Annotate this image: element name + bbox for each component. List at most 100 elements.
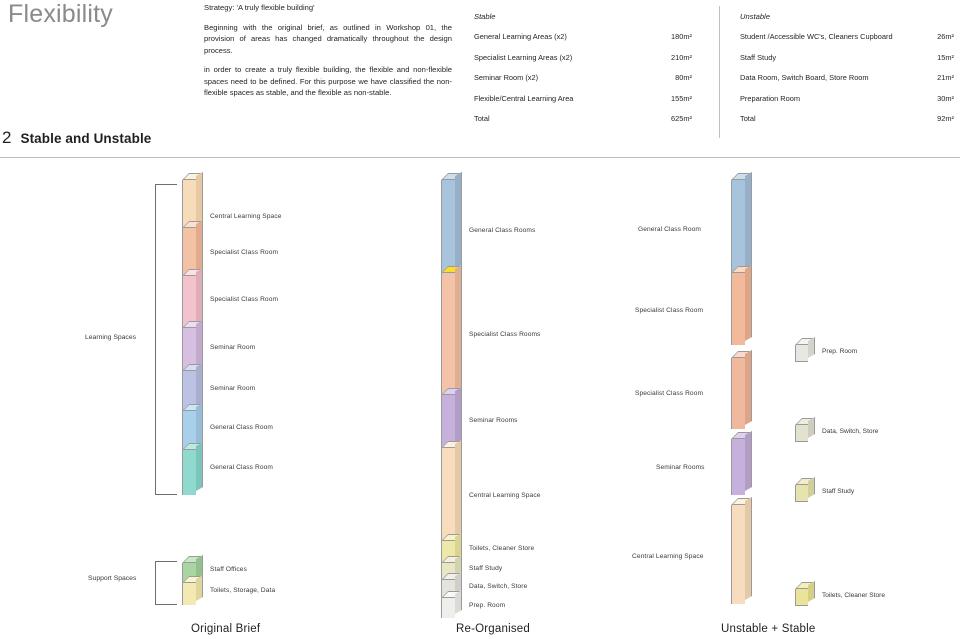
segment-side-face: [455, 386, 462, 444]
table-divider: [719, 6, 720, 138]
page-header: Flexibility 2 Stable and Unstable Strate…: [0, 0, 960, 158]
segment-front-face: [731, 505, 745, 604]
segment-side-face: [196, 574, 203, 601]
row-label: Specialist Learning Areas (x2): [474, 52, 573, 62]
segment-front-face: [731, 358, 745, 429]
row-label: Flexible/Central Learning Area: [474, 93, 574, 103]
row-label: Seminar Room (x2): [474, 73, 539, 82]
row-value: 625m²: [671, 114, 692, 123]
segment-front-face: [731, 439, 745, 495]
segment-front-face: [182, 450, 196, 495]
segment-label: Data, Switch, Store: [469, 583, 528, 590]
segment-side-face: [196, 402, 203, 446]
segment-label: Prep. Room: [469, 602, 506, 609]
segment-front-face: [731, 273, 745, 345]
segment-label: Seminar Room: [210, 344, 256, 351]
strategy-paragraph-2: in order to create a truly flexible buil…: [204, 65, 452, 98]
segment-label: Central Learning Space: [632, 553, 704, 560]
row-value: 180m²: [671, 32, 692, 41]
segment-label: Staff Study: [469, 565, 503, 572]
segment-front-face: [441, 448, 455, 541]
unstable-areas-table: Unstable Student /Accessible WC's, Clean…: [740, 12, 954, 135]
segment-side-face: [196, 319, 203, 367]
column-caption-original-brief: Original Brief: [191, 623, 261, 635]
cube-toilets-cleaner-store[interactable]: Toilets, Cleaner Store: [795, 580, 885, 606]
section-title: Stable and Unstable: [20, 131, 152, 146]
cube-side-face: [808, 476, 815, 498]
unstable-table-caption: Unstable: [740, 12, 770, 21]
cube-side-face: [808, 580, 815, 602]
segment-label: Specialist Class Room: [635, 307, 704, 314]
stable-table-caption: Stable: [474, 12, 496, 21]
row-label: Total: [740, 114, 756, 123]
cube-front-face: [795, 589, 808, 606]
row-label: Staff Study: [740, 52, 777, 62]
column-caption-unstable-stable: Unstable + Stable: [721, 623, 816, 635]
segment-label: Specialist Class Room: [635, 390, 704, 397]
strategy-text-block: Strategy: 'A truly flexible building' Be…: [204, 2, 452, 107]
section-number: 2: [2, 128, 12, 147]
table-row: Specialist Learning Areas (x2) 210m²: [474, 53, 692, 62]
segment-front-face: [441, 598, 455, 618]
segment-label: Seminar Rooms: [469, 417, 518, 424]
segment-label: General Class Rooms: [469, 227, 536, 234]
cube-prep-room[interactable]: Prep. Room: [795, 336, 857, 362]
group-label-support-spaces: Support Spaces: [88, 575, 137, 582]
cube-label: Data, Switch, Store: [822, 428, 879, 435]
segment-label: Specialist Class Room: [210, 296, 279, 303]
table-row: Seminar Room (x2) 80m²: [474, 73, 692, 82]
table-row: Data Room, Switch Board, Store Room 21m²: [740, 73, 954, 82]
row-value: 92m²: [937, 114, 954, 123]
table-row: Flexible/Central Learning Area 155m²: [474, 94, 692, 103]
segment-side-face: [455, 439, 462, 537]
segment-side-face: [196, 267, 203, 324]
bracket-learning-spaces: [155, 184, 177, 495]
cube-side-face: [808, 416, 815, 438]
table-row: Preparation Room 30m²: [740, 94, 954, 103]
segment-side-face: [196, 219, 203, 272]
segment-side-face: [196, 441, 203, 491]
table-total-row: Total 625m²: [474, 114, 692, 123]
segment-label: Toilets, Storage, Data: [210, 587, 276, 594]
segment-side-face: [745, 430, 752, 491]
group-label-learning-spaces: Learning Spaces: [85, 334, 137, 341]
segment-label: Specialist Class Room: [210, 249, 279, 256]
cube-side-face: [808, 336, 815, 358]
segment-label: General Class Room: [210, 464, 273, 471]
row-value: 155m²: [671, 93, 692, 103]
segment-label: Staff Offices: [210, 566, 247, 573]
stable-areas-table: Stable General Learning Areas (x2) 180m²…: [474, 12, 692, 135]
segment-label: Central Learning Space: [469, 492, 541, 499]
table-row: General Learning Areas (x2) 180m²: [474, 32, 692, 41]
diagram-area: Learning Spaces Support Spaces Central L…: [0, 158, 960, 639]
row-value: 26m²: [937, 32, 954, 41]
table-total-row: Total 92m²: [740, 114, 954, 123]
cube-label: Prep. Room: [822, 348, 858, 355]
cube-front-face: [795, 345, 808, 362]
row-value: 30m²: [937, 93, 954, 103]
cube-data-switch-store[interactable]: Data, Switch, Store: [795, 416, 878, 442]
cube-staff-study[interactable]: Staff Study: [795, 476, 854, 502]
row-value: 21m²: [937, 73, 954, 82]
row-label: Preparation Room: [740, 93, 800, 103]
row-value: 15m²: [937, 52, 954, 62]
strategy-paragraph-1: Beginning with the original brief, as ou…: [204, 22, 452, 55]
segment-front-face: [731, 180, 745, 273]
segment-label: General Class Room: [638, 226, 701, 233]
segment-side-face: [745, 496, 752, 600]
segment-side-face: [455, 264, 462, 391]
segment-side-face: [196, 362, 203, 407]
cube-front-face: [795, 425, 808, 442]
column-caption-re-organised: Re-Organised: [456, 623, 530, 635]
row-label: Data Room, Switch Board, Store Room: [740, 73, 869, 82]
segment-label: Seminar Room: [210, 385, 256, 392]
cube-label: Toilets, Cleaner Store: [822, 592, 886, 599]
segment-label: Seminar Rooms: [656, 464, 705, 471]
segment-front-face: [441, 180, 455, 273]
page-root: Flexibility 2 Stable and Unstable Strate…: [0, 0, 960, 639]
segment-side-face: [196, 171, 203, 224]
segment-label: General Class Room: [210, 424, 273, 431]
segment-label: Toilets, Cleaner Store: [469, 545, 535, 552]
table-row: Staff Study 15m²: [740, 53, 954, 62]
segment-label: Specialist Class Rooms: [469, 331, 541, 338]
